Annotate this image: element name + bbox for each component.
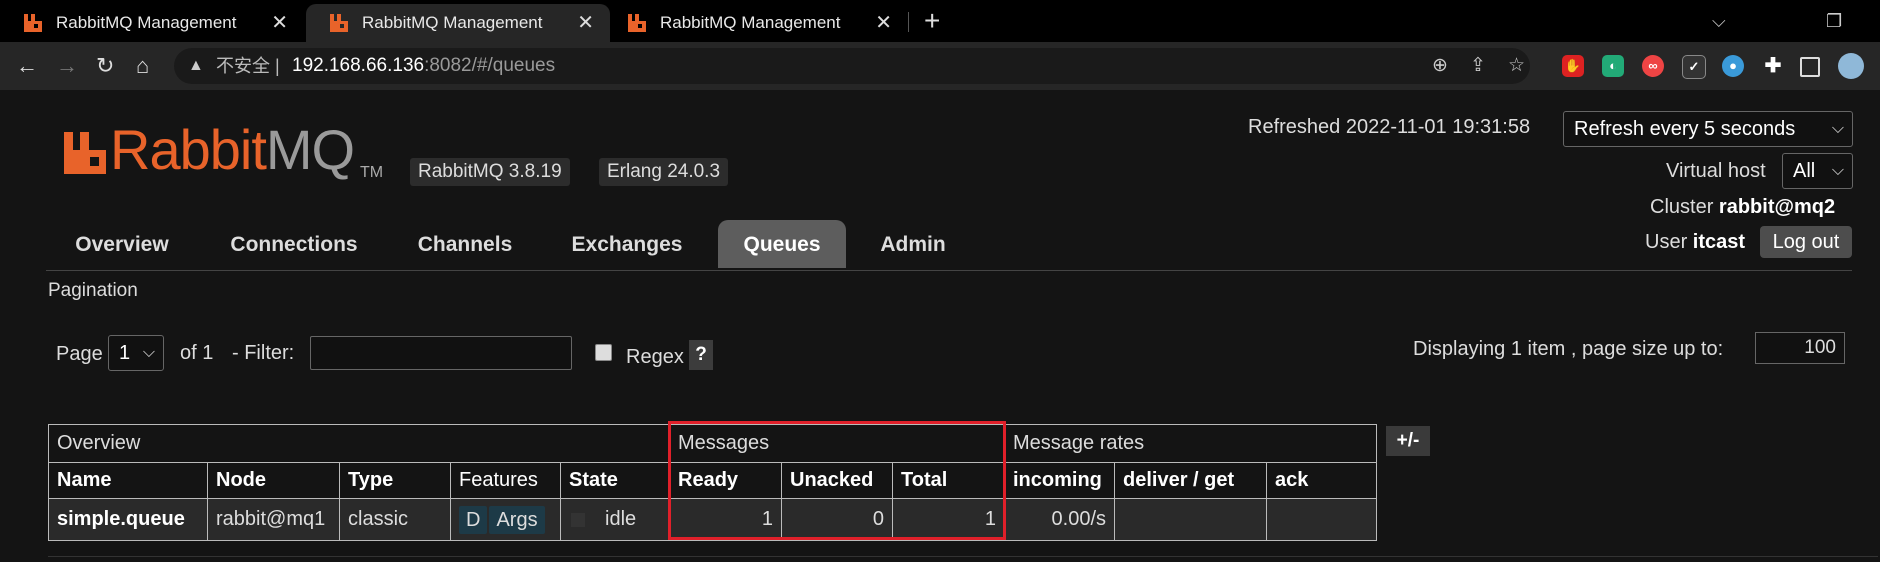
- warning-icon[interactable]: ▲: [188, 48, 204, 84]
- queue-state: idle: [560, 498, 670, 541]
- filter-input[interactable]: [310, 336, 572, 370]
- user-info: User itcast: [1645, 231, 1746, 253]
- infinity-icon[interactable]: ∞: [1642, 55, 1664, 77]
- queue-type: classic: [339, 498, 451, 541]
- tab-queues[interactable]: Queues: [718, 220, 846, 268]
- reload-icon[interactable]: ↻: [96, 42, 114, 90]
- nav-divider: [46, 270, 1852, 271]
- rabbitmq-favicon-icon: [330, 14, 348, 32]
- forward-icon[interactable]: →: [56, 42, 78, 90]
- close-icon[interactable]: ✕: [875, 4, 892, 42]
- group-header-message-rates: Message rates: [1004, 424, 1377, 463]
- rabbitmq-favicon-icon: [628, 14, 646, 32]
- restore-window-icon[interactable]: ❐: [1826, 0, 1842, 42]
- chevron-down-icon: ⌵: [142, 344, 155, 361]
- logout-button[interactable]: Log out: [1760, 226, 1852, 258]
- column-toggle-button[interactable]: +/-: [1386, 426, 1430, 456]
- chevron-down-icon: ⌵: [1831, 162, 1844, 179]
- puzzle-icon[interactable]: ✚: [1762, 55, 1784, 77]
- page-select[interactable]: 1 ⌵: [108, 335, 164, 371]
- virtual-host-select[interactable]: All ⌵: [1782, 153, 1853, 189]
- column-header-state[interactable]: State: [560, 462, 670, 499]
- tab-connections[interactable]: Connections: [220, 220, 368, 268]
- adblock-icon[interactable]: ✋: [1562, 55, 1584, 77]
- column-header-ack[interactable]: ack: [1266, 462, 1377, 499]
- logo-trademark: TM: [360, 164, 384, 181]
- share-icon[interactable]: ⇪: [1470, 48, 1486, 84]
- pagination-section-toggle[interactable]: Pagination: [48, 280, 138, 302]
- erlang-version-badge: Erlang 24.0.3: [599, 158, 729, 186]
- refreshed-timestamp: Refreshed 2022-11-01 19:31:58: [1248, 116, 1531, 138]
- messages-highlight-box: [668, 421, 1006, 540]
- bird-icon[interactable]: ●: [1722, 55, 1744, 77]
- tab-divider: [908, 12, 909, 32]
- feature-durable-badge: D: [459, 505, 488, 534]
- tab-admin[interactable]: Admin: [870, 220, 956, 268]
- user-name: itcast: [1692, 231, 1746, 253]
- rabbitmq-version-badge: RabbitMQ 3.8.19: [410, 158, 570, 186]
- tab-exchanges[interactable]: Exchanges: [562, 220, 692, 268]
- check-icon[interactable]: ✓: [1682, 55, 1706, 79]
- logo-text: RabbitMQ: [110, 118, 355, 181]
- address-bar[interactable]: ▲ 不安全 | 192.168.66.136:8082/#/queues ⊕ ⇪…: [174, 48, 1530, 84]
- browser-tab[interactable]: RabbitMQ Management ✕: [0, 4, 304, 42]
- browser-tab-title: RabbitMQ Management: [660, 13, 841, 32]
- queue-incoming-rate: 0.00/s: [1004, 498, 1115, 541]
- back-icon[interactable]: ←: [16, 42, 38, 90]
- profile-avatar[interactable]: [1838, 53, 1864, 79]
- browser-tab-title: RabbitMQ Management: [56, 13, 237, 32]
- column-header-deliver-get[interactable]: deliver / get: [1114, 462, 1267, 499]
- column-header-features: Features: [450, 462, 561, 499]
- security-label[interactable]: 不安全 |: [216, 48, 280, 84]
- cluster-info: Cluster rabbit@mq2: [1650, 196, 1836, 218]
- cluster-name: rabbit@mq2: [1718, 196, 1836, 218]
- page-size-input[interactable]: 100: [1755, 332, 1845, 364]
- section-divider: [48, 556, 1878, 557]
- queue-name-link[interactable]: simple.queue: [48, 498, 208, 541]
- tab-overview[interactable]: Overview: [62, 220, 182, 268]
- column-header-name[interactable]: Name: [48, 462, 208, 499]
- bookmark-star-icon[interactable]: ☆: [1508, 48, 1525, 84]
- help-button[interactable]: ?: [689, 340, 713, 370]
- rabbitmq-favicon-icon: [24, 14, 42, 32]
- regex-label: Regex: [626, 346, 684, 368]
- column-header-type[interactable]: Type: [339, 462, 451, 499]
- browser-tab-title: RabbitMQ Management: [362, 13, 543, 32]
- browser-tab[interactable]: RabbitMQ Management ✕: [604, 4, 908, 42]
- column-header-node[interactable]: Node: [207, 462, 340, 499]
- rabbitmq-logo-icon: [64, 132, 106, 174]
- displaying-label: Displaying 1 item , page size up to:: [1413, 338, 1724, 360]
- sidebar-icon[interactable]: [1800, 57, 1820, 77]
- chevron-down-icon[interactable]: ⌵: [1712, 0, 1726, 42]
- close-icon[interactable]: ✕: [577, 4, 594, 42]
- regex-checkbox[interactable]: [595, 344, 612, 361]
- close-icon[interactable]: ✕: [271, 4, 288, 42]
- queue-features: D Args: [450, 498, 561, 541]
- queue-node: rabbit@mq1: [207, 498, 340, 541]
- feature-args-badge: Args: [489, 505, 545, 534]
- browser-tab-active[interactable]: RabbitMQ Management ✕: [306, 4, 610, 42]
- state-indicator-icon: [571, 512, 585, 527]
- column-header-incoming[interactable]: incoming: [1004, 462, 1115, 499]
- address-toolbar: ← → ↻ ⌂ ▲ 不安全 | 192.168.66.136:8082/#/qu…: [0, 42, 1880, 90]
- refresh-interval-select[interactable]: Refresh every 5 seconds ⌵: [1563, 111, 1853, 147]
- queue-deliver-get-rate: [1114, 498, 1267, 541]
- page-label: Page: [56, 343, 103, 365]
- zoom-icon[interactable]: ⊕: [1432, 48, 1448, 84]
- url-text[interactable]: 192.168.66.136:8082/#/queues: [292, 48, 555, 84]
- queue-ack-rate: [1266, 498, 1377, 541]
- new-tab-button[interactable]: +: [924, 0, 940, 42]
- chevron-down-icon: ⌵: [1831, 120, 1844, 137]
- virtual-host-label: Virtual host: [1666, 160, 1766, 182]
- color-icon[interactable]: ◐: [1602, 55, 1624, 77]
- home-icon[interactable]: ⌂: [136, 42, 149, 90]
- browser-tab-strip: RabbitMQ Management ✕ RabbitMQ Managemen…: [0, 0, 1880, 42]
- filter-label: - Filter:: [232, 342, 295, 364]
- tab-channels[interactable]: Channels: [406, 220, 524, 268]
- group-header-overview: Overview: [48, 424, 670, 463]
- page-count-label: of 1: [180, 342, 214, 364]
